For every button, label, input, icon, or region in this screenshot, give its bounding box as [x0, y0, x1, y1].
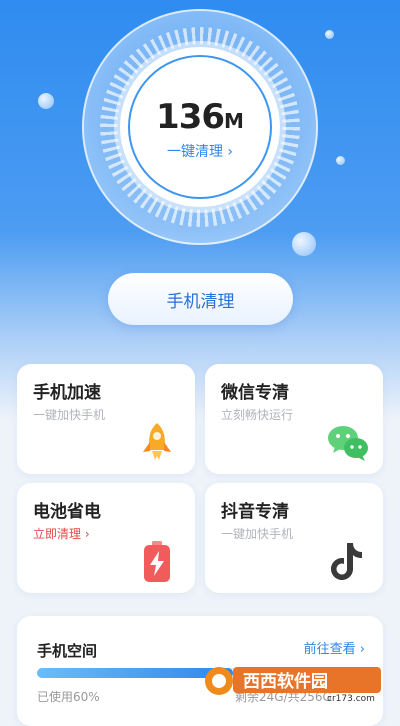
- card-battery-saver[interactable]: 电池省电 立即清理 ›: [17, 483, 195, 593]
- rocket-icon: [143, 423, 171, 460]
- bubble-decoration: [292, 232, 316, 256]
- card-subtitle: 一键加快手机: [221, 527, 294, 541]
- chevron-right-icon: ›: [227, 144, 234, 160]
- watermark-logo: 西西软件园 cr173.com: [205, 667, 381, 703]
- card-subtitle[interactable]: 立即清理 ›: [33, 525, 90, 542]
- bubble-decoration: [336, 156, 345, 165]
- junk-size-unit: M: [224, 109, 244, 133]
- storage-view-link[interactable]: 前往查看 ›: [304, 638, 365, 657]
- junk-size-value: 136: [156, 97, 225, 137]
- card-subtitle: 立刻畅快运行: [221, 408, 294, 422]
- storage-used-label: 已使用60%: [37, 690, 100, 704]
- tiktok-icon: [331, 543, 362, 580]
- cleaning-dial[interactable]: 136M 一键清理 ›: [82, 9, 318, 245]
- battery-icon: [144, 541, 170, 582]
- bubble-decoration: [38, 93, 54, 109]
- card-tiktok-clean[interactable]: 抖音专清 一键加快手机: [205, 483, 383, 593]
- card-subtitle: 一键加快手机: [33, 408, 106, 422]
- bubble-decoration: [325, 30, 334, 39]
- card-title: 手机加速: [33, 383, 101, 403]
- junk-size-readout: 136M: [82, 97, 318, 137]
- card-title: 抖音专清: [221, 502, 289, 522]
- card-title: 微信专清: [221, 383, 289, 403]
- card-title: 电池省电: [33, 502, 101, 522]
- wechat-icon: [328, 426, 368, 461]
- phone-clean-button[interactable]: 手机清理: [108, 273, 293, 325]
- one-tap-clean-label: 一键清理: [166, 144, 223, 160]
- card-wechat-clean[interactable]: 微信专清 立刻畅快运行: [205, 364, 383, 474]
- card-phone-speedup[interactable]: 手机加速 一键加快手机: [17, 364, 195, 474]
- watermark-url: cr173.com: [327, 694, 375, 703]
- one-tap-clean-link[interactable]: 一键清理 ›: [82, 141, 318, 161]
- storage-title: 手机空间: [37, 642, 98, 660]
- watermark-brand: 西西软件园: [243, 671, 328, 692]
